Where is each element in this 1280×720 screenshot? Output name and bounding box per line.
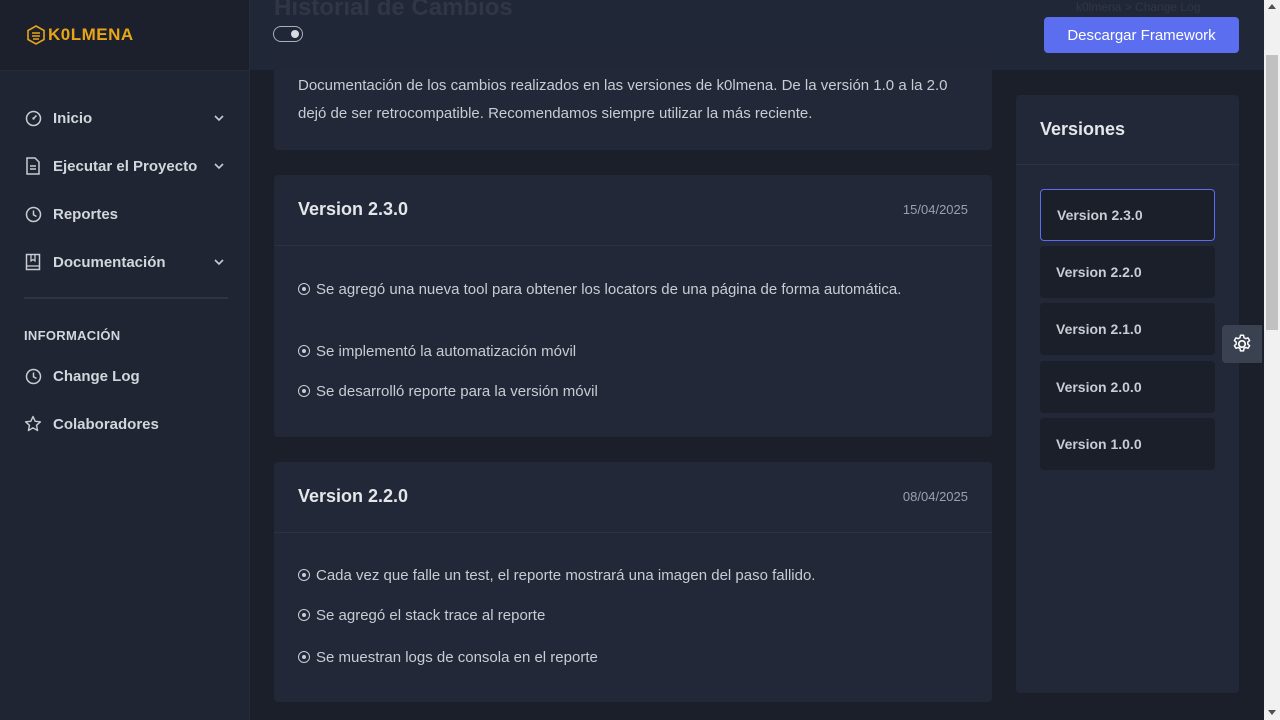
versions-panel: Versiones Version 2.3.0 Version 2.2.0 Ve… bbox=[1016, 95, 1239, 693]
section-label-informacion: INFORMACIÓN bbox=[24, 328, 121, 343]
clock-icon bbox=[24, 205, 42, 223]
download-framework-button[interactable]: Descargar Framework bbox=[1044, 17, 1239, 53]
sidebar-item-reportes[interactable]: Reportes bbox=[24, 199, 228, 229]
card-header: Version 2.2.0 08/04/2025 bbox=[274, 462, 992, 533]
radio-bullet-icon bbox=[298, 609, 310, 621]
logo[interactable]: K0LMENA bbox=[0, 0, 249, 71]
beehive-logo-icon bbox=[27, 25, 45, 45]
changelog-card-2-3-0: Version 2.3.0 15/04/2025 Se agregó una n… bbox=[274, 175, 992, 437]
sidebar-item-colaboradores[interactable]: Colaboradores bbox=[24, 409, 228, 439]
chevron-down-icon bbox=[214, 163, 224, 170]
sidebar-item-ejecutar[interactable]: Ejecutar el Proyecto bbox=[24, 151, 228, 181]
changelog-entry: Se muestran logs de consola en el report… bbox=[298, 648, 938, 668]
versions-divider bbox=[1016, 164, 1239, 165]
sidebar-item-label: Inicio bbox=[53, 109, 93, 127]
sidebar-item-inicio[interactable]: Inicio bbox=[24, 103, 228, 133]
settings-button[interactable] bbox=[1222, 325, 1262, 363]
version-button-1-0-0[interactable]: Version 1.0.0 bbox=[1040, 418, 1215, 470]
page-scrollbar[interactable] bbox=[1264, 0, 1280, 720]
radio-bullet-icon bbox=[298, 385, 310, 397]
changelog-entry: Cada vez que falle un test, el reporte m… bbox=[298, 566, 938, 586]
star-icon bbox=[24, 415, 42, 433]
changelog-entry: Se implementó la automatización móvil bbox=[298, 342, 938, 362]
gear-icon bbox=[1233, 334, 1251, 352]
sidebar-item-label: Reportes bbox=[53, 205, 119, 223]
version-button-2-2-0[interactable]: Version 2.2.0 bbox=[1040, 246, 1215, 298]
sidebar-item-change-log[interactable]: Change Log bbox=[24, 361, 228, 391]
card-header: Version 2.3.0 15/04/2025 bbox=[274, 175, 992, 246]
sidebar-item-documentacion[interactable]: Documentación bbox=[24, 247, 228, 277]
sidebar-item-label: Colaboradores bbox=[53, 415, 159, 433]
version-button-2-1-0[interactable]: Version 2.1.0 bbox=[1040, 303, 1215, 355]
sidebar: K0LMENA Inicio Ejecutar el Proyecto Repo… bbox=[0, 0, 250, 720]
sidebar-item-label: Change Log bbox=[53, 367, 140, 385]
sidebar-divider bbox=[24, 297, 228, 299]
scroll-thumb[interactable] bbox=[1266, 55, 1278, 330]
chevron-down-icon bbox=[214, 259, 224, 266]
toggle-knob bbox=[291, 30, 299, 38]
radio-bullet-icon bbox=[298, 345, 310, 357]
theme-toggle[interactable] bbox=[273, 26, 303, 42]
scroll-up-arrow-icon[interactable] bbox=[1268, 4, 1276, 9]
sidebar-item-label: Ejecutar el Proyecto bbox=[53, 157, 198, 175]
changelog-entry: Se agregó el stack trace al reporte bbox=[298, 606, 938, 626]
clock-icon bbox=[24, 367, 42, 385]
speedometer-icon bbox=[24, 109, 42, 127]
version-title: Version 2.2.0 bbox=[298, 486, 409, 506]
version-date: 15/04/2025 bbox=[902, 202, 968, 217]
scroll-down-arrow-icon[interactable] bbox=[1268, 710, 1276, 715]
page-title-faded: Historial de Cambios bbox=[274, 0, 513, 21]
breadcrumb-faded: k0lmena > Change Log bbox=[1076, 0, 1201, 14]
version-date: 08/04/2025 bbox=[902, 489, 968, 504]
changelog-entry: Se agregó una nueva tool para obtener lo… bbox=[298, 280, 938, 300]
brand-name: K0LMENA bbox=[48, 25, 134, 44]
intro-text: Documentación de los cambios realizados … bbox=[298, 77, 948, 122]
sidebar-item-label: Documentación bbox=[53, 253, 166, 271]
version-button-2-0-0[interactable]: Version 2.0.0 bbox=[1040, 361, 1215, 413]
changelog-entry: Se desarrolló reporte para la versión mó… bbox=[298, 382, 938, 402]
changelog-card-2-2-0: Version 2.2.0 08/04/2025 Cada vez que fa… bbox=[274, 462, 992, 702]
version-button-2-3-0[interactable]: Version 2.3.0 bbox=[1040, 189, 1215, 241]
chevron-down-icon bbox=[214, 115, 224, 122]
document-icon bbox=[24, 157, 42, 175]
version-title: Version 2.3.0 bbox=[298, 199, 409, 219]
versions-title: Versiones bbox=[1040, 119, 1126, 139]
radio-bullet-icon bbox=[298, 569, 310, 581]
radio-bullet-icon bbox=[298, 651, 310, 663]
radio-bullet-icon bbox=[298, 283, 310, 295]
bookmark-book-icon bbox=[24, 253, 42, 271]
